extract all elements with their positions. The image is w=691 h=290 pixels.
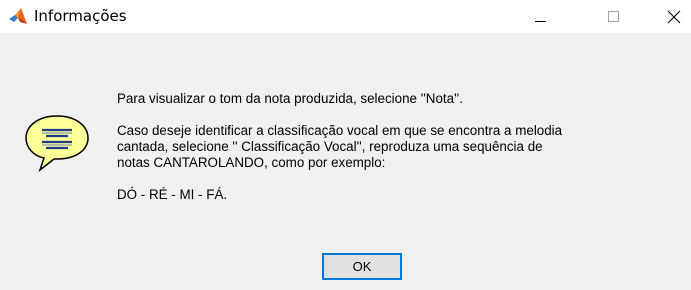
ok-button[interactable]: OK	[322, 253, 402, 280]
title-bar[interactable]: Informações	[0, 0, 691, 33]
close-button[interactable]	[657, 0, 691, 33]
window-title: Informações	[34, 7, 127, 25]
help-speech-bubble-icon	[25, 115, 89, 172]
message-line: cantada, selecione '' Classificação Voca…	[117, 139, 543, 154]
message-line: Caso deseje identificar a classificação …	[117, 123, 563, 138]
maximize-icon	[608, 10, 619, 22]
maximize-button[interactable]	[591, 0, 637, 33]
minimize-icon	[535, 20, 546, 22]
dialog-window: Informações Para visualizar o tom da not…	[0, 0, 691, 290]
message-line: DÓ - RÉ - MI - FÁ.	[117, 187, 228, 202]
message-paragraph: Caso deseje identificar a classificação …	[117, 123, 682, 171]
message-line: notas CANTAROLANDO, como por exemplo:	[117, 155, 386, 170]
dialog-message: Para visualizar o tom da nota produzida,…	[117, 91, 682, 203]
matlab-logo-icon	[9, 8, 27, 24]
close-icon	[667, 10, 681, 23]
minimize-button[interactable]	[518, 0, 564, 33]
message-line: Para visualizar o tom da nota produzida,…	[117, 91, 463, 106]
